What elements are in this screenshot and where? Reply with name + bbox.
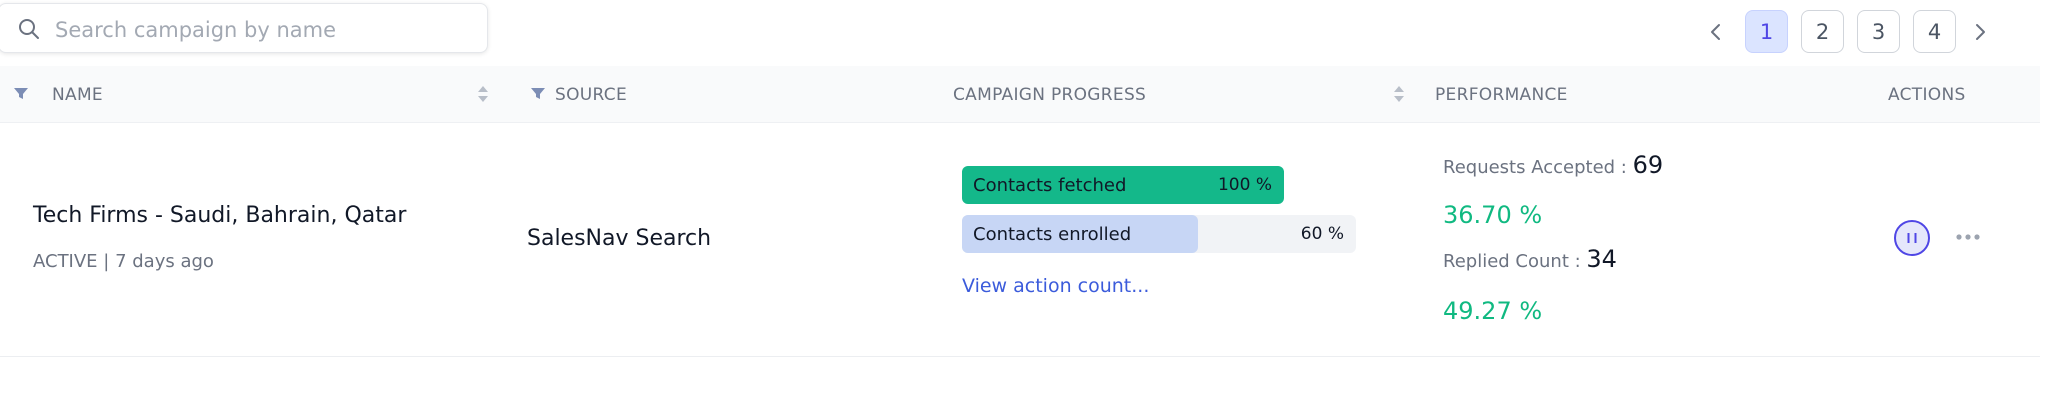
table-header: NAME SOURCE CAMPAIGN PROGRESS PERFORMANC… [0, 66, 2040, 123]
search-icon [19, 19, 39, 39]
sort-icon[interactable] [476, 83, 490, 105]
view-action-count-link[interactable]: View action count... [962, 275, 1149, 297]
pause-campaign-button[interactable] [1894, 220, 1930, 256]
table-row[interactable]: Tech Firms - Saudi, Bahrain, Qatar ACTIV… [0, 123, 2040, 357]
progress-label: Contacts enrolled [973, 224, 1132, 245]
column-header-actions: ACTIONS [1888, 85, 1966, 105]
replied-count-label: Replied Count : [1443, 251, 1581, 272]
filter-icon[interactable] [12, 85, 30, 103]
page-button-2[interactable]: 2 [1801, 10, 1844, 53]
progress-percent: 100 % [1217, 175, 1272, 195]
progress-label: Contacts fetched [973, 175, 1127, 196]
page-button-3[interactable]: 3 [1857, 10, 1900, 53]
column-header-performance: PERFORMANCE [1435, 85, 1568, 105]
page-button-4[interactable]: 4 [1913, 10, 1956, 53]
progress-bar-contacts-fetched: Contacts fetched 100 % [962, 166, 1284, 204]
campaign-status: ACTIVE | 7 days ago [33, 251, 214, 272]
search-box[interactable] [0, 3, 488, 53]
search-input[interactable] [53, 12, 477, 48]
chevron-left-icon[interactable] [1704, 20, 1728, 44]
page-button-1[interactable]: 1 [1745, 10, 1788, 53]
campaign-name[interactable]: Tech Firms - Saudi, Bahrain, Qatar [33, 203, 406, 228]
replied-count-value: 34 [1586, 245, 1617, 273]
requests-accepted-value: 69 [1632, 151, 1664, 179]
filter-icon[interactable] [529, 85, 547, 103]
column-header-campaign-progress: CAMPAIGN PROGRESS [953, 85, 1147, 105]
sort-icon[interactable] [1392, 83, 1406, 105]
replied-count: Replied Count : 34 [1443, 245, 1617, 273]
pause-icon [1907, 233, 1917, 243]
column-header-source: SOURCE [555, 85, 627, 105]
acceptance-rate: 36.70 % [1443, 201, 1543, 229]
column-header-name: NAME [52, 85, 103, 105]
requests-accepted: Requests Accepted : 69 [1443, 151, 1663, 179]
progress-percent: 60 % [1300, 224, 1344, 244]
pagination: 1 2 3 4 [1704, 8, 2048, 56]
chevron-right-icon[interactable] [1968, 20, 1992, 44]
progress-bar-contacts-enrolled: Contacts enrolled 60 % [962, 215, 1356, 253]
reply-rate: 49.27 % [1443, 297, 1543, 325]
more-horizontal-icon[interactable] [1955, 229, 1981, 245]
campaign-source: SalesNav Search [527, 226, 712, 251]
requests-accepted-label: Requests Accepted : [1443, 157, 1627, 178]
